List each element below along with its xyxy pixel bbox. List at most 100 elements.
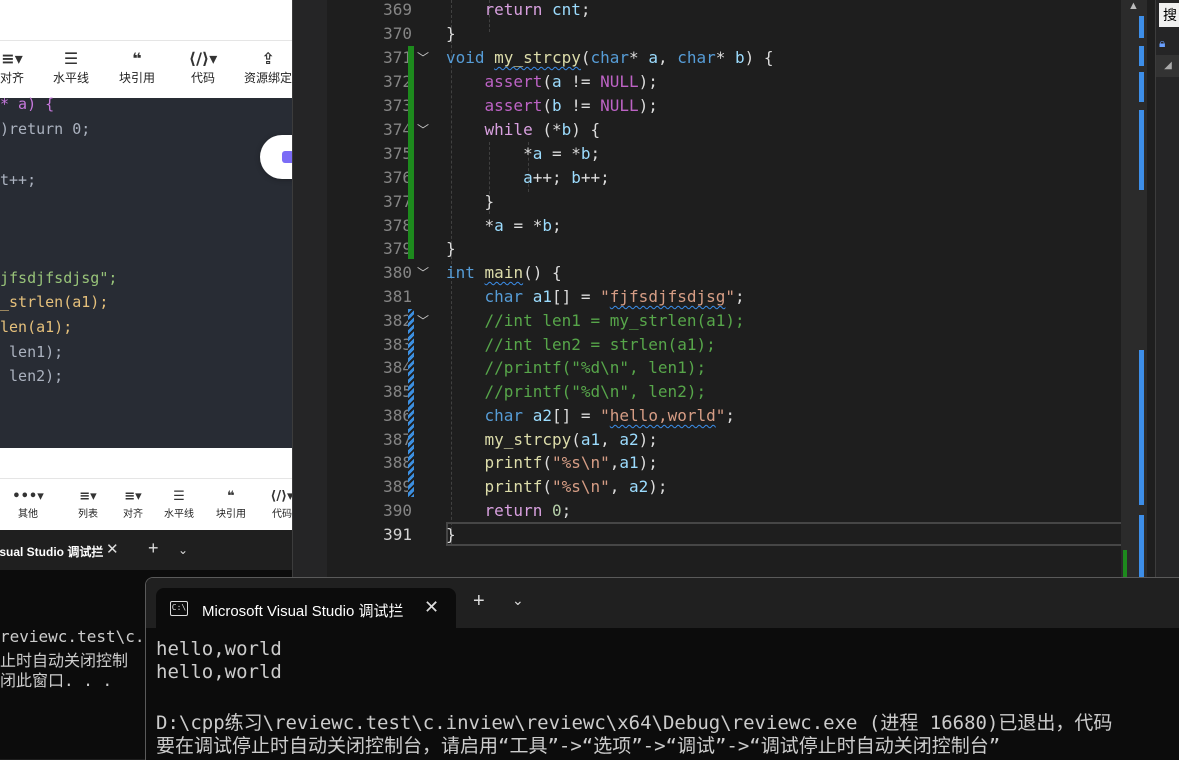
list-icon: ≡▾	[79, 489, 97, 504]
search-box[interactable]: 搜	[1159, 3, 1179, 27]
code-line: }	[446, 24, 456, 43]
terminal-output-line: hello,world	[156, 661, 282, 683]
line-number: 380	[383, 263, 412, 282]
vertical-scrollbar[interactable]: ▲	[1121, 0, 1147, 577]
horizontal-rule-button[interactable]: ☰ 水平线	[48, 49, 94, 86]
resource-binding-button[interactable]: ⇪ 资源绑定	[238, 49, 292, 86]
terminal-tabbar: C:\ Microsoft Visual Studio 调试拦 ✕ + ⌄	[146, 578, 1179, 629]
code-line: printf("%s\n", a2);	[484, 477, 668, 496]
terminal-line: reviewc.test\c.	[0, 627, 145, 646]
code-line: len(a1);	[0, 318, 73, 336]
code-line: }	[446, 525, 456, 544]
terminal-output-line: 要在调试停止时自动关闭控制台，请启用“工具”->“选项”->“调试”->“调试停…	[156, 735, 1001, 757]
fold-chevron-icon[interactable]: ﹀	[417, 309, 429, 333]
expand-triangle-icon[interactable]: ◢	[1156, 55, 1179, 77]
scroll-marker	[1139, 72, 1144, 102]
code-line: *a = *b;	[446, 144, 601, 163]
horizontal-rule-icon: ☰	[63, 49, 79, 68]
code-button[interactable]: ⟨/⟩▾ 代码	[262, 489, 292, 520]
fold-chevron-icon[interactable]: ﹀	[417, 118, 429, 142]
line-number: 373	[383, 96, 412, 115]
scroll-marker	[1139, 110, 1144, 190]
current-line-highlight	[446, 522, 1124, 546]
line-number: 384	[383, 358, 412, 377]
line-number: 382	[383, 311, 412, 330]
line-number: 385	[383, 382, 412, 401]
editor-toolbar-top: ≡▾ 对齐 ☰ 水平线 ❝ 块引用 ⟨/⟩▾ 代码 ⇪ 资源绑定	[0, 40, 292, 99]
chevron-down-icon[interactable]: ⌄	[512, 592, 524, 609]
current-line-number: 391	[383, 525, 412, 544]
code-line: while (*b) {	[484, 120, 601, 139]
lock-icon[interactable]: 🔒︎	[1159, 36, 1165, 51]
code-line: return cnt;	[484, 0, 591, 19]
close-icon[interactable]: ✕	[424, 597, 439, 618]
code-line: * a) {	[0, 95, 55, 113]
align-button[interactable]: ≡▾ 对齐	[113, 489, 153, 520]
background-terminal-tabbar: isual Studio 调试拦 ✕ + ⌄	[0, 530, 292, 570]
code-line: int main() {	[446, 263, 562, 282]
code-line: assert(b != NULL);	[484, 96, 658, 115]
background-terminal-tab-title[interactable]: isual Studio 调试拦	[0, 543, 103, 560]
upload-icon: ⇪	[261, 49, 275, 68]
line-number: 388	[383, 453, 412, 472]
fold-chevron-icon[interactable]: ﹀	[417, 261, 429, 285]
fold-chevron-icon[interactable]: ﹀	[417, 46, 429, 70]
line-number: 387	[383, 430, 412, 449]
code-line: //int len2 = strlen(a1);	[484, 335, 716, 354]
blockquote-button[interactable]: ❝ 块引用	[211, 489, 251, 520]
line-number: 376	[383, 168, 412, 187]
code-line: //printf("%d\n", len2);	[484, 382, 707, 401]
quote-icon: ❝	[227, 489, 235, 504]
terminal-tab[interactable]: C:\ Microsoft Visual Studio 调试拦 ✕	[156, 588, 456, 629]
line-number: 389	[383, 477, 412, 496]
new-tab-icon[interactable]: +	[473, 590, 485, 613]
line-number: 377	[383, 192, 412, 211]
horizontal-rule-button[interactable]: ☰ 水平线	[159, 489, 199, 520]
scroll-marker	[1139, 16, 1144, 38]
horizontal-rule-icon: ☰	[173, 489, 185, 504]
code-line: a++; b++;	[523, 168, 610, 187]
code-line: *a = *b;	[446, 216, 562, 235]
code-line: )return 0;	[0, 120, 91, 138]
line-number-gutter: 369 370 371 372 373 374 375 376 377 378 …	[327, 0, 445, 577]
code-line: char a2[] = "hello,world";	[484, 406, 736, 425]
line-number: 375	[383, 144, 412, 163]
blockquote-button[interactable]: ❝ 块引用	[114, 49, 160, 86]
code-icon: ⟨/⟩▾	[270, 489, 292, 504]
align-icon: ≡▾	[1, 49, 23, 68]
code-line: }	[446, 239, 456, 258]
list-button[interactable]: ≡▾ 列表	[68, 489, 108, 520]
line-number: 381	[383, 287, 412, 306]
solution-explorer-panel: 搜 🔒︎ ◢	[1155, 0, 1179, 577]
new-tab-icon[interactable]: +	[148, 538, 159, 559]
align-button[interactable]: ≡▾ 对齐	[0, 49, 32, 86]
scroll-marker	[1139, 46, 1144, 66]
line-number: 370	[383, 24, 412, 43]
line-number: 379	[383, 239, 412, 258]
terminal-output-line: hello,world	[156, 638, 282, 660]
code-line: jfsdjfsdjsg";	[0, 269, 118, 287]
line-number: 374	[383, 120, 412, 139]
line-number: 386	[383, 406, 412, 425]
close-icon[interactable]: ✕	[106, 540, 119, 558]
editor-code-block[interactable]: * a) { )return 0; t++; jfsdjfsdjsg"; _st…	[0, 95, 292, 448]
quote-icon: ❝	[132, 49, 142, 68]
chevron-down-icon[interactable]: ⌄	[178, 543, 188, 557]
line-number: 369	[383, 0, 412, 19]
cmd-icon: C:\	[170, 601, 188, 616]
line-number: 378	[383, 216, 412, 235]
code-line: t++;	[0, 171, 37, 189]
code-line: _strlen(a1);	[0, 293, 109, 311]
debug-console-window: C:\ Microsoft Visual Studio 调试拦 ✕ + ⌄ he…	[145, 577, 1179, 760]
terminal-line: 闭此窗口. . .	[0, 671, 113, 690]
visual-studio-editor: 369 370 371 372 373 374 375 376 377 378 …	[292, 0, 1179, 577]
saved-change-marker	[408, 46, 414, 259]
more-button[interactable]: •••▾ 其他	[8, 489, 48, 520]
code-button[interactable]: ⟨/⟩▾ 代码	[178, 49, 228, 86]
code-line: }	[446, 192, 495, 211]
scroll-up-icon[interactable]: ▲	[1128, 0, 1139, 12]
line-number: 372	[383, 72, 412, 91]
code-line: len1);	[0, 343, 64, 361]
code-icon: ⟨/⟩▾	[188, 49, 218, 68]
terminal-tab-title: Microsoft Visual Studio 调试拦	[202, 603, 404, 620]
